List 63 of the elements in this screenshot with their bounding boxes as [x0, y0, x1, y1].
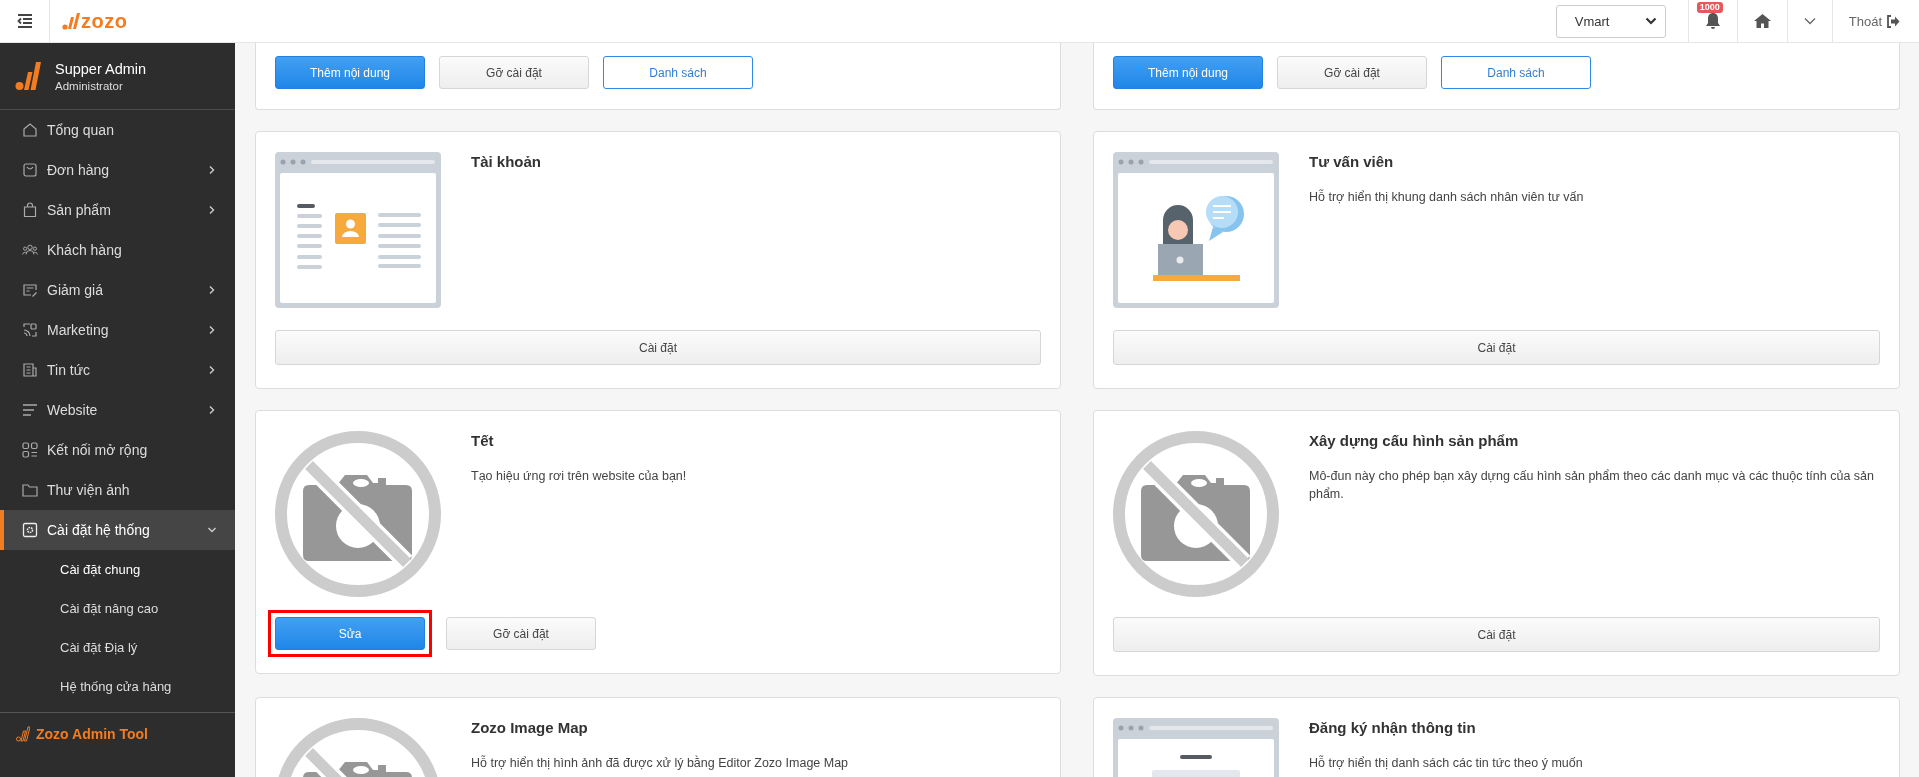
uninstall-button[interactable]: Gỡ cài đặt [439, 56, 589, 89]
home-icon [1753, 14, 1771, 28]
install-button[interactable]: Cài đặt [1113, 617, 1880, 652]
uninstall-button[interactable]: Gỡ cài đặt [1277, 56, 1427, 89]
submenu-item[interactable]: Cài đặt nâng cao [0, 589, 235, 628]
list-button[interactable]: Danh sách [603, 56, 753, 89]
notification-count: 1000 [1696, 2, 1723, 13]
sidebar-item[interactable]: Kết nối mở rộng [0, 430, 235, 470]
module-description: Hỗ trợ hiển thị hình ảnh đã được xử lý bằng Editor Zozo Image Map [471, 754, 849, 772]
package-icon [22, 162, 38, 178]
module-title: Xây dựng cấu hình sản phẩm [1309, 432, 1520, 449]
logout-icon [1886, 14, 1900, 28]
logo-icon [62, 11, 80, 31]
home-icon [22, 122, 38, 138]
discount-icon [22, 282, 38, 298]
sidebar-item[interactable]: Giảm giá [0, 270, 235, 310]
logo-icon [16, 726, 30, 742]
bell-icon [1704, 12, 1721, 30]
sidebar-item[interactable]: Thư viện ảnh [0, 470, 235, 510]
user-role: Administrator [55, 79, 124, 92]
logout-button[interactable]: Thoát [1832, 0, 1900, 42]
no-photo-icon [275, 431, 441, 597]
user-name: Supper Admin [55, 60, 147, 77]
list-button[interactable]: Danh sách [1441, 56, 1591, 89]
module-title: Tết [471, 432, 495, 449]
sidebar-item[interactable]: Website [0, 390, 235, 430]
sidebar-item[interactable]: Khách hàng [0, 230, 235, 270]
sidebar-item[interactable]: Sản phẩm [0, 190, 235, 230]
notifications-button[interactable]: 1000 [1688, 0, 1738, 42]
module-title: Đăng ký nhận thông tin [1309, 719, 1477, 736]
install-button[interactable]: Cài đặt [1113, 330, 1880, 365]
chevron-down-icon [1803, 17, 1816, 25]
newspaper-icon [22, 362, 38, 378]
cast-icon [22, 322, 38, 338]
folder-icon [22, 482, 38, 498]
module-title: Tài khoản [471, 153, 541, 170]
sidebar-item[interactable]: Đơn hàng [0, 150, 235, 190]
sidebar-item[interactable]: Marketing [0, 310, 235, 350]
admin-tool-link[interactable]: Zozo Admin Tool [36, 726, 148, 742]
sidebar-item[interactable]: Tổng quan [0, 110, 235, 150]
shopping-bag-icon [22, 202, 38, 218]
menu-icon [16, 14, 33, 28]
module-description: Tạo hiệu ứng rơi trên website của bạn! [471, 468, 687, 485]
lines-icon [22, 402, 38, 418]
chevron-down-icon [1644, 17, 1657, 25]
module-title: Zozo Image Map [471, 719, 589, 736]
uninstall-button[interactable]: Gỡ cài đặt [446, 617, 596, 650]
submenu-item[interactable]: Cài đặt chung [0, 550, 235, 589]
install-button[interactable]: Cài đặt [275, 330, 1041, 365]
sidebar-item[interactable]: Cài đặt hệ thống [0, 510, 235, 550]
module-description: Hỗ trợ hiển thị danh sách các tin tức theo ý muốn [1309, 754, 1583, 772]
logo-text: zozo [81, 11, 128, 31]
submenu-item[interactable]: Cài đặt Địa lý [0, 628, 235, 667]
no-photo-icon [1113, 431, 1279, 597]
logo-icon [15, 60, 41, 92]
module-description: Mô-đun này cho phép bạn xây dựng cấu hình sản phẩm theo các danh mục và các thuộc tính của sản phẩm. [1309, 468, 1875, 503]
module-title: Tư vấn viên [1309, 153, 1395, 170]
submenu-item[interactable]: Hệ thống cửa hàng [0, 667, 235, 706]
settings-icon [22, 522, 38, 538]
sidebar-item[interactable]: Tin tức [0, 350, 235, 390]
grid-icon [22, 442, 38, 458]
store-select[interactable]: Vmart [1555, 4, 1666, 38]
module-description: Hỗ trợ hiển thị khung danh sách nhân viên tư vấn [1309, 188, 1584, 206]
